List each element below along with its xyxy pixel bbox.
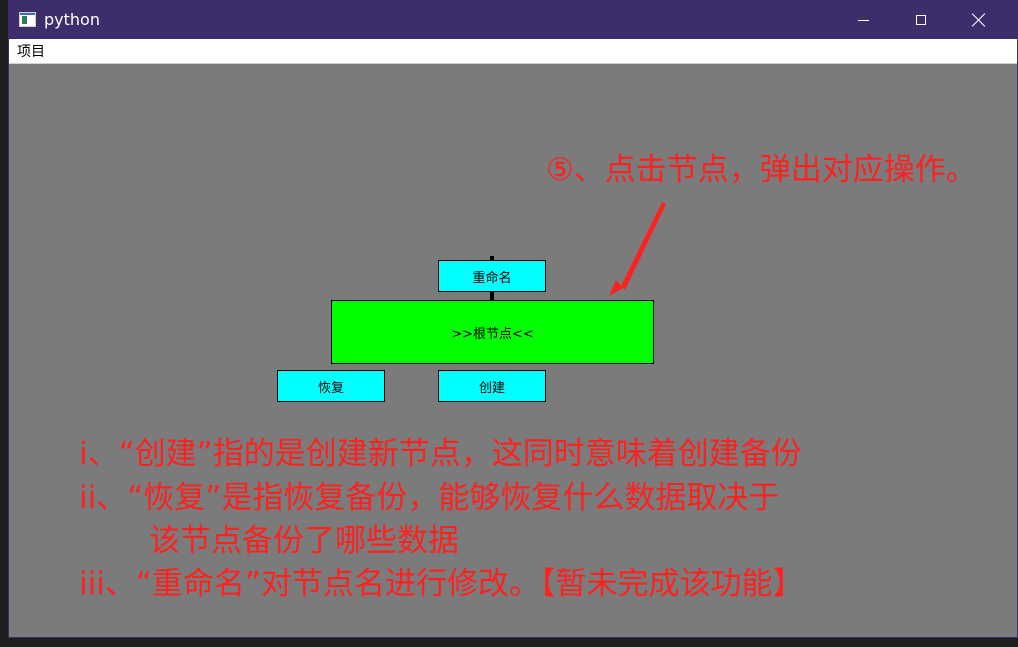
annotation-create: i、“创建”指的是创建新节点，这同时意味着创建备份 xyxy=(79,436,802,472)
title-bar[interactable]: python xyxy=(9,1,1017,39)
window-title: python xyxy=(44,10,100,29)
annotation-restore-cont: 该节点备份了哪些数据 xyxy=(149,523,459,559)
minimize-button[interactable] xyxy=(835,1,891,39)
annotation-restore: ii、“恢复”是指恢复备份，能够恢复什么数据取决于 xyxy=(79,480,780,516)
app-icon xyxy=(19,12,36,27)
maximize-button[interactable] xyxy=(893,1,949,39)
menu-bar: 项目 xyxy=(9,39,1017,64)
app-window: python 项目 重命名 >>根节点<< 恢复 创建 ⑤、点击节点，弹出对应操… xyxy=(8,0,1018,638)
tree-canvas[interactable]: 重命名 >>根节点<< 恢复 创建 ⑤、点击节点，弹出对应操作。 i、“创建”指… xyxy=(9,64,1017,637)
close-button[interactable] xyxy=(951,1,1007,39)
minimize-icon xyxy=(857,19,869,21)
menu-item-project[interactable]: 项目 xyxy=(17,43,45,61)
maximize-icon xyxy=(916,15,926,25)
annotation-rename: iii、“重命名”对节点名进行修改。【暂未完成该功能】 xyxy=(79,566,804,602)
close-icon xyxy=(972,13,986,27)
